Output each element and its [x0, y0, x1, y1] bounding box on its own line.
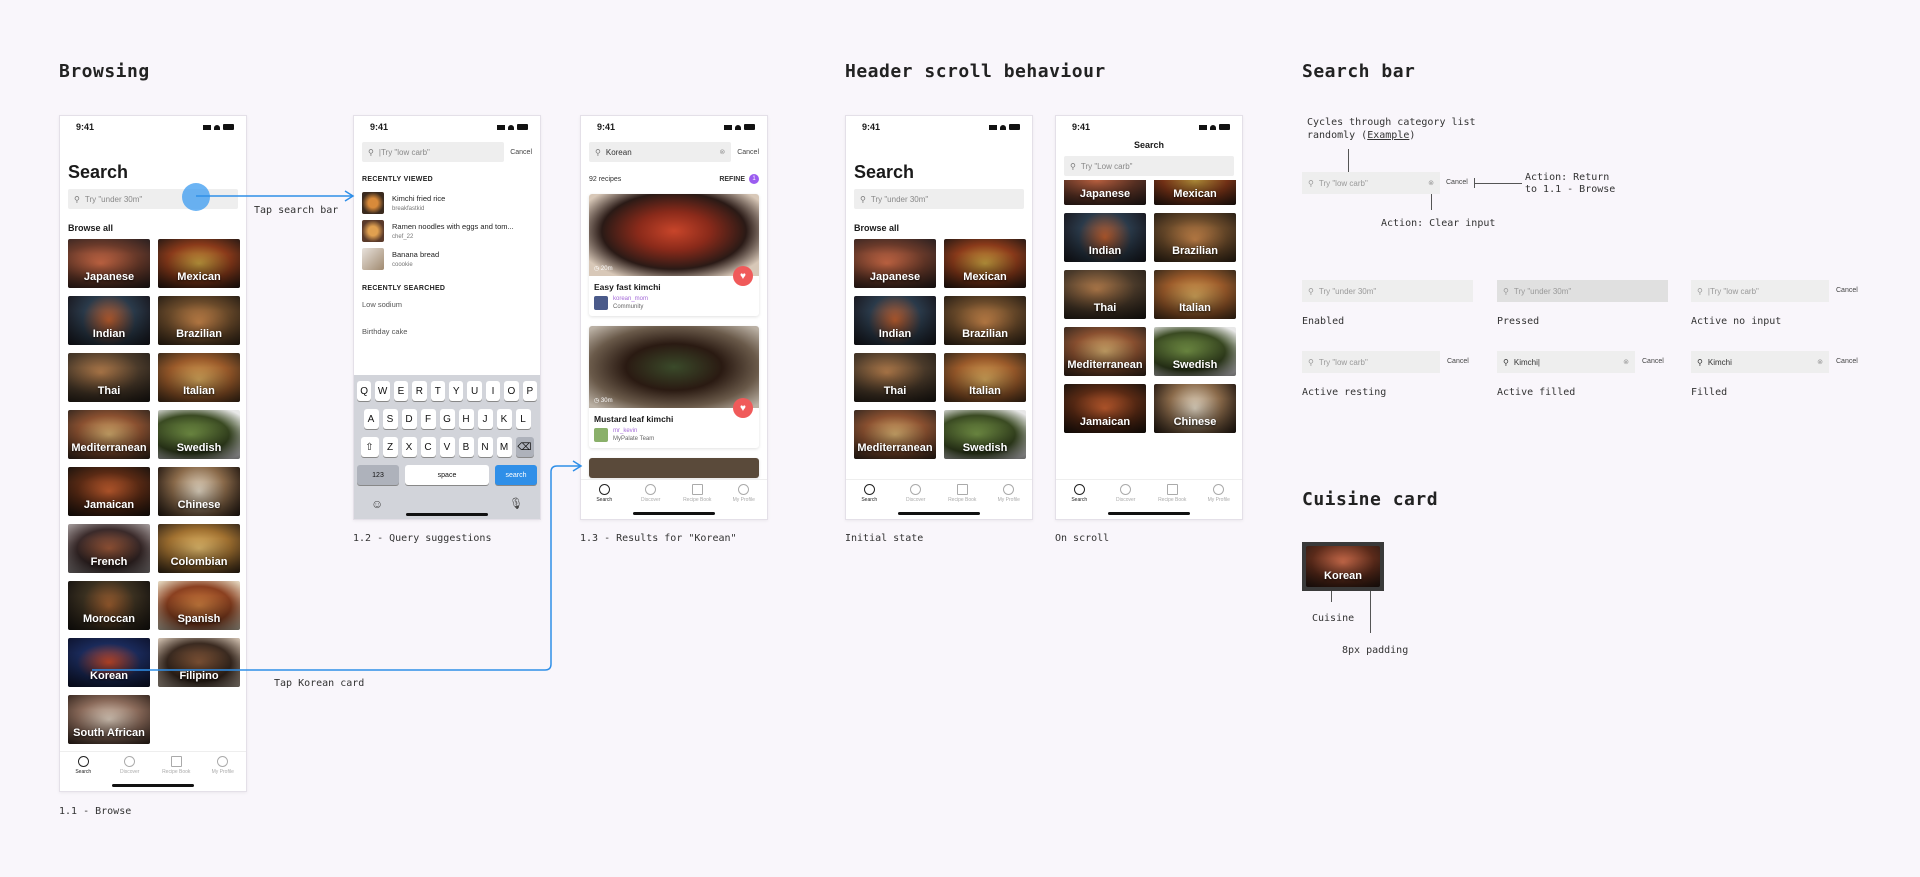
- cuisine-card: Korean: [1306, 546, 1380, 587]
- annotation-line: [1348, 149, 1349, 173]
- search-icon: ⚲: [1308, 286, 1314, 296]
- clear-icon[interactable]: ⊗: [1817, 358, 1823, 366]
- annotation-action-return: Action: Return to 1.1 - Browse: [1525, 172, 1615, 196]
- state-label-enabled: Enabled: [1302, 316, 1345, 327]
- search-state-active-resting[interactable]: ⚲ Try "low carb": [1302, 351, 1440, 373]
- state-text: Try "under 30m": [1513, 286, 1572, 296]
- search-icon: ⚲: [1308, 178, 1314, 188]
- state-label-active-resting: Active resting: [1302, 387, 1387, 398]
- state-label-active-filled: Active filled: [1497, 387, 1576, 398]
- arrow-tap-korean: [92, 465, 580, 671]
- annotation-line: [1331, 591, 1332, 602]
- cancel-button[interactable]: Cancel: [1642, 358, 1664, 365]
- state-text: Try "low carb": [1318, 357, 1368, 367]
- search-bar-anatomy[interactable]: ⚲ Try "low carb" ⊗: [1302, 172, 1440, 194]
- annotation-padding: 8px padding: [1342, 645, 1409, 656]
- search-icon: ⚲: [1308, 357, 1314, 367]
- annotation-line: [1431, 194, 1432, 210]
- example-link[interactable]: Example: [1367, 130, 1409, 141]
- cuisine-card-demo[interactable]: Korean: [1302, 542, 1384, 591]
- state-text: Try "under 30m": [1318, 286, 1377, 296]
- cycles-line2: randomly (: [1307, 130, 1368, 141]
- state-label-filled: Filled: [1691, 387, 1728, 398]
- search-state-enabled[interactable]: ⚲ Try "under 30m": [1302, 280, 1473, 302]
- search-icon: ⚲: [1503, 357, 1509, 367]
- search-icon: ⚲: [1697, 286, 1703, 296]
- annotation-line: [1474, 178, 1475, 188]
- cancel-button[interactable]: Cancel: [1836, 287, 1858, 294]
- state-label-active-no-input: Active no input: [1691, 316, 1782, 327]
- state-text: Kimchi|: [1513, 357, 1540, 367]
- state-label-pressed: Pressed: [1497, 316, 1540, 327]
- action-return-line1: Action: Return: [1525, 172, 1610, 183]
- flow-arrows: [92, 190, 583, 671]
- state-text: Kimchi: [1707, 357, 1732, 367]
- annotation-tap-korean: Tap Korean card: [274, 678, 365, 689]
- search-placeholder: Try "low carb": [1318, 178, 1368, 188]
- annotation-line: [1370, 591, 1371, 633]
- annotation-cycles: Cycles through category list randomly (E…: [1307, 116, 1476, 142]
- cycles-close: ): [1409, 130, 1416, 141]
- search-icon: ⚲: [1697, 357, 1703, 367]
- search-state-active-no-input[interactable]: ⚲ |Try "low carb": [1691, 280, 1829, 302]
- state-text: |Try "low carb": [1707, 286, 1759, 296]
- cancel-button[interactable]: Cancel: [1836, 358, 1858, 365]
- search-state-active-filled[interactable]: ⚲ Kimchi| ⊗: [1497, 351, 1635, 373]
- search-state-pressed[interactable]: ⚲ Try "under 30m": [1497, 280, 1668, 302]
- action-return-line2: to 1.1 - Browse: [1525, 184, 1616, 195]
- clear-icon[interactable]: ⊗: [1623, 358, 1629, 366]
- cancel-button[interactable]: Cancel: [1447, 358, 1469, 365]
- clear-icon[interactable]: ⊗: [1428, 179, 1434, 187]
- annotation-action-clear: Action: Clear input: [1381, 218, 1496, 229]
- annotation-tap-search: Tap search bar: [254, 205, 339, 216]
- cycles-line1: Cycles through category list: [1307, 117, 1476, 128]
- annotation-cuisine: Cuisine: [1312, 613, 1355, 624]
- search-icon: ⚲: [1503, 286, 1509, 296]
- cancel-button[interactable]: Cancel: [1446, 179, 1468, 186]
- annotation-line: [1474, 183, 1522, 184]
- cuisine-name: Korean: [1324, 570, 1362, 582]
- search-state-filled[interactable]: ⚲ Kimchi ⊗: [1691, 351, 1829, 373]
